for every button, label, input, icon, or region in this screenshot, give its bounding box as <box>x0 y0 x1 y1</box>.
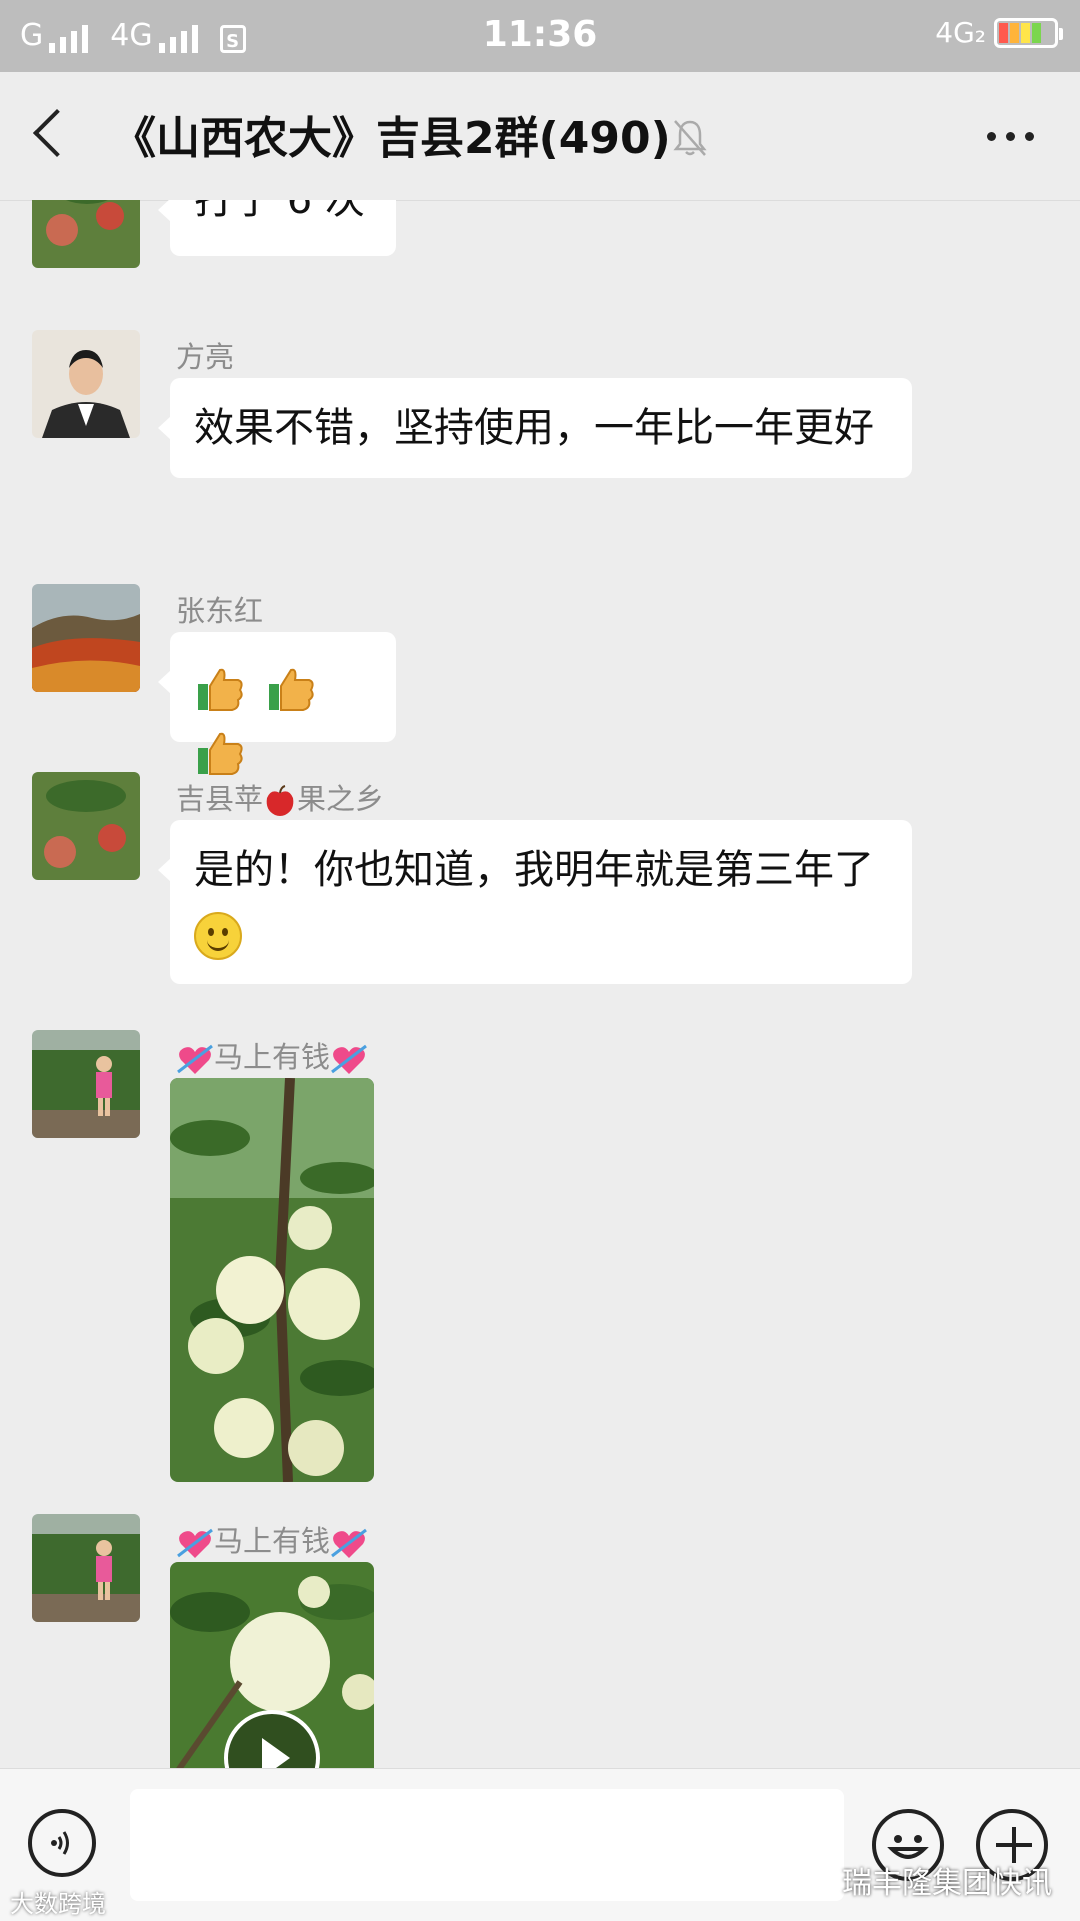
avatar[interactable] <box>32 1514 140 1622</box>
sender-name: 张东红 <box>176 594 264 628</box>
heart-arrow-icon <box>177 1044 213 1074</box>
sender-name: 方亮 <box>176 340 235 374</box>
watermark-left: 大数跨境 <box>10 1890 106 1918</box>
voice-icon[interactable] <box>28 1809 96 1877</box>
message-bubble[interactable] <box>158 632 396 775</box>
red-apple-icon <box>266 785 294 816</box>
photo-message[interactable] <box>170 1078 374 1482</box>
avatar[interactable] <box>32 584 140 692</box>
sender-name: 马上有钱 <box>176 1518 368 1560</box>
more-icon[interactable] <box>987 132 1034 141</box>
status-time: 11:36 <box>482 14 598 55</box>
smiley-icon <box>194 912 242 960</box>
battery-icon <box>994 17 1063 48</box>
status-bar: G 4G S 11:36 4G₂ <box>0 0 1080 72</box>
message-bubble[interactable]: 效果不错，坚持使用，一年比一年更好 <box>158 378 912 478</box>
avatar[interactable] <box>32 330 140 438</box>
avatar[interactable] <box>32 1030 140 1138</box>
status-right: 4G₂ <box>935 16 1063 49</box>
chat-title: 《山西农大》吉县2群(490) <box>112 113 671 164</box>
avatar[interactable] <box>32 772 140 880</box>
avatar[interactable] <box>32 200 140 268</box>
message-bubble[interactable]: 打了 6 次 <box>158 200 396 256</box>
message-input[interactable] <box>130 1789 844 1901</box>
thumbs-up-icon <box>268 668 314 711</box>
sender-name: 马上有钱 <box>176 1034 368 1076</box>
back-icon[interactable] <box>32 108 82 158</box>
thumbs-up-icon <box>198 732 243 775</box>
network-label: 4G₂ <box>935 16 986 49</box>
heart-arrow-icon <box>177 1528 213 1558</box>
video-message[interactable] <box>170 1562 374 1768</box>
title-bar: 《山西农大》吉县2群(490) <box>0 72 1080 201</box>
thumbs-up-icon <box>198 668 243 711</box>
heart-arrow-icon <box>331 1044 367 1074</box>
message-text: 是的！你也知道，我明年就是第三年了 <box>194 847 874 893</box>
message-text: 效果不错，坚持使用，一年比一年更好 <box>194 405 874 451</box>
watermark-right: 瑞丰隆集团快讯 <box>842 1866 1052 1901</box>
message-bubble[interactable]: 是的！你也知道，我明年就是第三年了 <box>158 820 912 984</box>
mute-bell-icon <box>673 120 707 156</box>
sender-name: 吉县苹 果之乡 <box>176 782 385 816</box>
heart-arrow-icon <box>331 1528 367 1558</box>
message-list[interactable]: 打了 6 次 方亮 效果不错，坚持使用，一年比一年更好 张东红 吉县苹 果之乡 … <box>0 200 1080 1768</box>
message-text: 打了 6 次 <box>194 200 365 223</box>
